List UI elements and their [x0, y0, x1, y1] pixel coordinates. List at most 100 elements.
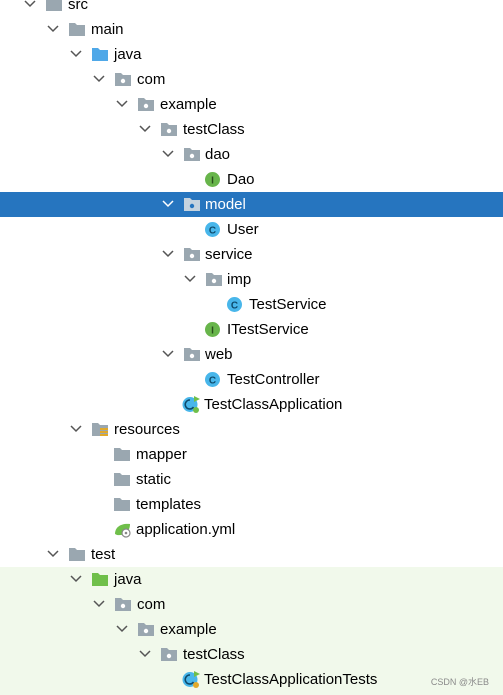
chevron-down-icon[interactable]	[160, 346, 176, 362]
tree-node-test-java[interactable]: java	[0, 567, 503, 592]
tree-node-label: service	[205, 246, 253, 263]
tree-node-testclassapplicationtests-file[interactable]: TestClassApplicationTests	[0, 667, 503, 695]
chevron-down-icon[interactable]	[160, 146, 176, 162]
package-icon	[138, 98, 154, 111]
chevron-down-icon[interactable]	[91, 596, 107, 612]
tree-node-web[interactable]: web	[0, 342, 503, 367]
tree-node-application-yml-file[interactable]: application.yml	[0, 517, 503, 542]
class-icon: C	[205, 222, 220, 237]
tree-node-test[interactable]: test	[0, 542, 503, 567]
tree-node-label: testClass	[183, 646, 245, 663]
folder-icon	[114, 473, 130, 486]
tree-node-label: Dao	[227, 171, 255, 188]
folder-icon	[69, 23, 85, 36]
tree-node-testclassapplication-file[interactable]: TestClassApplication	[0, 392, 503, 417]
tree-node-resources[interactable]: resources	[0, 417, 503, 442]
tree-node-label: java	[114, 571, 142, 588]
tree-node-dao-file[interactable]: I Dao	[0, 167, 503, 192]
tree-node-main-testclass[interactable]: testClass	[0, 117, 503, 142]
tree-node-label: TestService	[249, 296, 327, 313]
yaml-config-icon	[115, 523, 131, 538]
tree-node-label: example	[160, 621, 217, 638]
chevron-down-icon[interactable]	[45, 546, 61, 562]
tree-node-label: mapper	[136, 446, 187, 463]
tree-node-label: test	[91, 546, 116, 563]
folder-icon	[114, 498, 130, 511]
interface-badge: I	[211, 326, 214, 337]
chevron-down-icon[interactable]	[160, 246, 176, 262]
tree-node-label: com	[137, 596, 166, 613]
tree-node-label: templates	[136, 496, 202, 513]
tree-node-imp[interactable]: imp	[0, 267, 503, 292]
tree-node-service[interactable]: service	[0, 242, 503, 267]
package-icon	[206, 273, 222, 286]
chevron-down-icon[interactable]	[137, 121, 153, 137]
tree-node-label: com	[137, 71, 166, 88]
chevron-down-icon[interactable]	[91, 71, 107, 87]
project-tree: src main java com example testClass dao …	[0, 0, 503, 695]
chevron-down-icon[interactable]	[114, 621, 130, 637]
tree-node-main-java[interactable]: java	[0, 42, 503, 67]
tree-node-model[interactable]: model	[0, 192, 503, 217]
tree-node-label: src	[68, 0, 88, 13]
package-icon	[184, 348, 200, 361]
tree-node-label: resources	[114, 421, 180, 438]
source-folder-icon	[92, 48, 108, 61]
package-icon	[115, 598, 131, 611]
tree-node-src[interactable]: src	[0, 0, 503, 17]
tree-node-label: TestClassApplicationTests	[204, 671, 378, 688]
interface-icon: I	[205, 322, 220, 337]
package-icon	[138, 623, 154, 636]
tree-node-label: model	[205, 196, 246, 213]
folder-icon	[114, 448, 130, 461]
tree-node-test-example[interactable]: example	[0, 617, 503, 642]
tree-node-label: ITestService	[227, 321, 309, 338]
package-icon	[115, 73, 131, 86]
package-icon	[184, 248, 200, 261]
chevron-down-icon[interactable]	[45, 21, 61, 37]
tree-node-label: java	[114, 46, 142, 63]
class-badge: C	[209, 226, 216, 237]
package-icon	[184, 148, 200, 161]
tree-node-static[interactable]: static	[0, 467, 503, 492]
chevron-down-icon[interactable]	[137, 646, 153, 662]
class-icon: C	[205, 372, 220, 387]
tree-node-main-com[interactable]: com	[0, 67, 503, 92]
class-badge: C	[209, 376, 216, 387]
chevron-down-icon[interactable]	[68, 571, 84, 587]
tree-node-itestservice-file[interactable]: I ITestService	[0, 317, 503, 342]
tree-node-label: dao	[205, 146, 231, 163]
chevron-down-icon[interactable]	[22, 0, 38, 12]
class-badge: C	[231, 301, 238, 312]
tree-node-test-com[interactable]: com	[0, 592, 503, 617]
tree-node-dao[interactable]: dao	[0, 142, 503, 167]
chevron-down-icon[interactable]	[68, 421, 84, 437]
tree-node-label: imp	[227, 271, 252, 288]
interface-badge: I	[211, 176, 214, 187]
chevron-down-icon[interactable]	[68, 46, 84, 62]
tree-node-label: testClass	[183, 121, 245, 138]
package-icon	[161, 123, 177, 136]
tree-node-main-example[interactable]: example	[0, 92, 503, 117]
resources-folder-icon	[92, 423, 108, 436]
spring-boot-app-icon	[182, 396, 200, 413]
chevron-down-icon[interactable]	[160, 196, 176, 212]
package-icon	[184, 198, 200, 211]
tree-node-test-testclass[interactable]: testClass	[0, 642, 503, 667]
chevron-down-icon[interactable]	[182, 271, 198, 287]
tree-node-label: User	[227, 221, 259, 238]
chevron-down-icon[interactable]	[114, 96, 130, 112]
package-icon	[161, 648, 177, 661]
tree-node-main[interactable]: main	[0, 17, 503, 42]
tree-node-label: static	[136, 471, 172, 488]
folder-icon	[46, 0, 62, 11]
tree-node-user-file[interactable]: C User	[0, 217, 503, 242]
test-source-folder-icon	[92, 573, 108, 586]
tree-node-testcontroller-file[interactable]: C TestController	[0, 367, 503, 392]
tree-node-testservice-file[interactable]: C TestService	[0, 292, 503, 317]
folder-icon	[69, 548, 85, 561]
interface-icon: I	[205, 172, 220, 187]
tree-node-mapper[interactable]: mapper	[0, 442, 503, 467]
tree-node-templates[interactable]: templates	[0, 492, 503, 517]
tree-node-label: TestController	[227, 371, 320, 388]
